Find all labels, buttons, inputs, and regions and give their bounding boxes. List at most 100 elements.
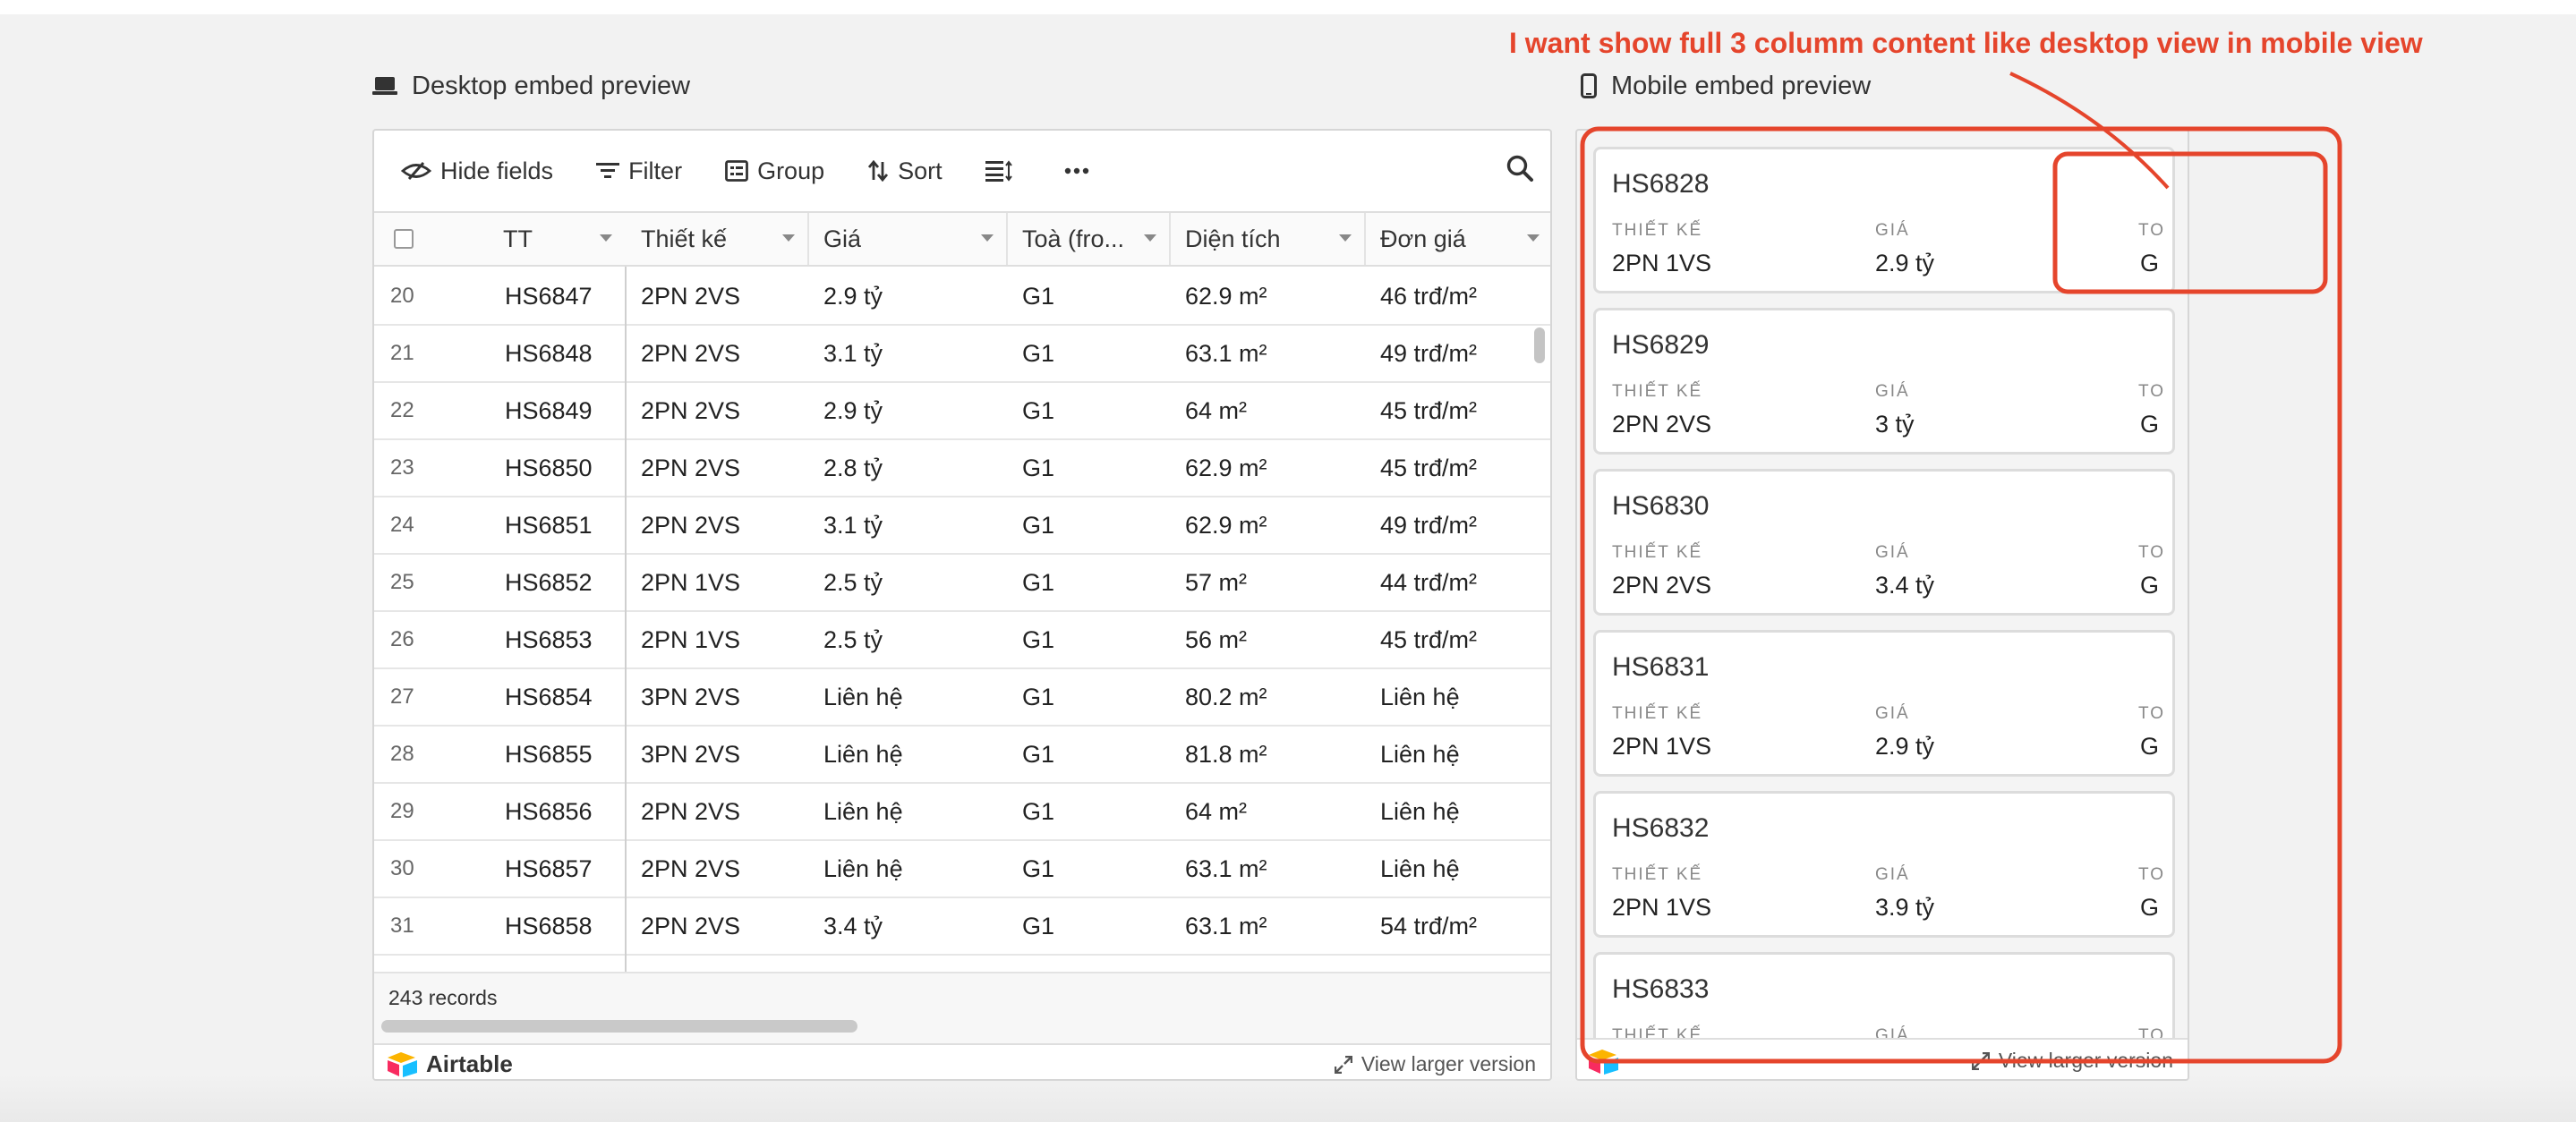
table-row[interactable]: 29 HS6856 2PN 2VS Liên hệ G1 64 m² Liên hệ <box>374 784 1550 841</box>
cell-tt[interactable]: HS6855 <box>505 727 593 782</box>
cell-toa[interactable]: G1 <box>1022 497 1054 553</box>
table-row[interactable]: 30 HS6857 2PN 2VS Liên hệ G1 63.1 m² Liên hệ <box>374 841 1550 898</box>
cell-dien-tich[interactable]: 62.9 m² <box>1185 497 1267 553</box>
cell-gia[interactable]: Liên hệ <box>823 727 903 782</box>
table-row[interactable]: 27 HS6854 3PN 2VS Liên hệ G1 80.2 m² Liên hệ <box>374 669 1550 727</box>
cell-toa[interactable]: G1 <box>1022 612 1054 667</box>
cell-thiet-ke[interactable]: 2PN 2VS <box>641 784 740 839</box>
chevron-down-icon[interactable] <box>1527 234 1540 242</box>
table-row[interactable]: 24 HS6851 2PN 2VS 3.1 tỷ G1 62.9 m² 49 trđ/m² <box>374 497 1550 555</box>
cell-don-gia[interactable]: 46 trđ/m² <box>1380 268 1477 324</box>
cell-tt[interactable]: HS6851 <box>505 497 593 553</box>
table-row[interactable]: 23 HS6850 2PN 2VS 2.8 tỷ G1 62.9 m² 45 trđ/m² <box>374 440 1550 497</box>
header-tt[interactable]: TT <box>503 225 533 253</box>
cell-gia[interactable]: 2.9 tỷ <box>823 268 883 324</box>
chevron-down-icon[interactable] <box>782 234 795 242</box>
cell-tt[interactable]: HS6856 <box>505 784 593 839</box>
table-row[interactable]: 21 HS6848 2PN 2VS 3.1 tỷ G1 63.1 m² 49 trđ/m² <box>374 326 1550 383</box>
cell-dien-tich[interactable]: 63.1 m² <box>1185 326 1267 381</box>
cell-toa[interactable]: G1 <box>1022 784 1054 839</box>
cell-dien-tich[interactable]: 62.9 m² <box>1185 440 1267 496</box>
table-row[interactable]: 22 HS6849 2PN 2VS 2.9 tỷ G1 64 m² 45 trđ/m² <box>374 383 1550 440</box>
cell-dien-tich[interactable]: 62.9 m² <box>1185 268 1267 324</box>
horizontal-scrollbar[interactable] <box>381 1020 857 1033</box>
header-don-gia[interactable]: Đơn giá <box>1366 213 1550 265</box>
cell-thiet-ke[interactable]: 2PN 2VS <box>641 497 740 553</box>
airtable-logo[interactable]: Airtable <box>387 1050 513 1078</box>
row-height-button[interactable] <box>985 160 1021 182</box>
cell-gia[interactable]: 2.8 tỷ <box>823 440 883 496</box>
cell-don-gia[interactable]: Liên hệ <box>1380 784 1460 839</box>
cell-don-gia[interactable]: 54 trđ/m² <box>1380 898 1477 954</box>
cell-dien-tich[interactable]: 56 m² <box>1185 612 1247 667</box>
cell-don-gia[interactable]: 45 trđ/m² <box>1380 612 1477 667</box>
cell-toa[interactable]: G1 <box>1022 326 1054 381</box>
sort-button[interactable]: Sort <box>867 157 943 185</box>
cell-gia[interactable]: 3.1 tỷ <box>823 497 883 553</box>
header-gia[interactable]: Giá <box>809 213 1008 265</box>
table-row[interactable]: 28 HS6855 3PN 2VS Liên hệ G1 81.8 m² Liên hệ <box>374 727 1550 784</box>
cell-tt[interactable]: HS6853 <box>505 612 593 667</box>
filter-button[interactable]: Filter <box>596 157 682 185</box>
cell-dien-tich[interactable]: 80.2 m² <box>1185 669 1267 725</box>
record-card[interactable]: HS6828 THIẾT KẾ GIÁ TO 2PN 1VS 2.9 tỷ G <box>1593 147 2175 293</box>
table-row[interactable]: 25 HS6852 2PN 1VS 2.5 tỷ G1 57 m² 44 trđ/m² <box>374 555 1550 612</box>
header-dien-tich[interactable]: Diện tích <box>1171 213 1366 265</box>
more-button[interactable] <box>1064 167 1098 174</box>
cell-gia[interactable]: 2.9 tỷ <box>823 383 883 438</box>
cell-don-gia[interactable]: 45 trđ/m² <box>1380 383 1477 438</box>
cell-tt[interactable]: HS6848 <box>505 326 593 381</box>
cell-gia[interactable]: 3.4 tỷ <box>823 898 883 954</box>
cell-tt[interactable]: HS6857 <box>505 841 593 897</box>
cell-tt[interactable]: HS6849 <box>505 383 593 438</box>
cell-thiet-ke[interactable]: 2PN 1VS <box>641 555 740 610</box>
cell-tt[interactable]: HS6847 <box>505 268 593 324</box>
cell-thiet-ke[interactable]: 2PN 2VS <box>641 440 740 496</box>
cell-don-gia[interactable]: 49 trđ/m² <box>1380 326 1477 381</box>
cell-toa[interactable]: G1 <box>1022 268 1054 324</box>
chevron-down-icon[interactable] <box>1339 234 1352 242</box>
table-row[interactable]: 31 HS6858 2PN 2VS 3.4 tỷ G1 63.1 m² 54 trđ/m² <box>374 898 1550 956</box>
header-thiet-ke[interactable]: Thiết kế <box>627 213 809 265</box>
chevron-down-icon[interactable] <box>600 234 612 242</box>
cell-toa[interactable]: G1 <box>1022 669 1054 725</box>
cell-toa[interactable]: G1 <box>1022 383 1054 438</box>
cell-dien-tich[interactable]: 64 m² <box>1185 784 1247 839</box>
cell-tt[interactable]: HS6858 <box>505 898 593 954</box>
cell-dien-tich[interactable]: 57 m² <box>1185 555 1247 610</box>
cell-dien-tich[interactable]: 63.1 m² <box>1185 898 1267 954</box>
cell-tt[interactable]: HS6854 <box>505 669 593 725</box>
cell-gia[interactable]: 3.1 tỷ <box>823 326 883 381</box>
cell-toa[interactable]: G1 <box>1022 841 1054 897</box>
mobile-view-larger-link[interactable]: View larger version <box>1971 1049 2173 1073</box>
header-toa[interactable]: Toà (fro... <box>1008 213 1171 265</box>
record-card[interactable]: HS6831 THIẾT KẾ GIÁ TO 2PN 1VS 2.9 tỷ G <box>1593 630 2175 777</box>
cell-gia[interactable]: Liên hệ <box>823 841 903 897</box>
chevron-down-icon[interactable] <box>981 234 994 242</box>
cell-gia[interactable]: Liên hệ <box>823 784 903 839</box>
chevron-down-icon[interactable] <box>1144 234 1156 242</box>
select-all-checkbox[interactable] <box>394 229 414 249</box>
cell-dien-tich[interactable]: 63.1 m² <box>1185 841 1267 897</box>
vertical-scrollbar[interactable] <box>1534 327 1545 363</box>
table-row[interactable]: 20 HS6847 2PN 2VS 2.9 tỷ G1 62.9 m² 46 trđ/m² <box>374 268 1550 326</box>
cell-don-gia[interactable]: 45 trđ/m² <box>1380 440 1477 496</box>
search-button[interactable] <box>1506 154 1534 187</box>
cell-gia[interactable]: 2.5 tỷ <box>823 555 883 610</box>
cell-tt[interactable]: HS6852 <box>505 555 593 610</box>
cell-tt[interactable]: HS6850 <box>505 440 593 496</box>
cell-dien-tich[interactable]: 81.8 m² <box>1185 727 1267 782</box>
cell-dien-tich[interactable]: 64 m² <box>1185 383 1247 438</box>
record-card[interactable]: HS6830 THIẾT KẾ GIÁ TO 2PN 2VS 3.4 tỷ G <box>1593 469 2175 616</box>
record-card[interactable]: HS6832 THIẾT KẾ GIÁ TO 2PN 1VS 3.9 tỷ G <box>1593 791 2175 938</box>
cell-thiet-ke[interactable]: 2PN 1VS <box>641 612 740 667</box>
cell-thiet-ke[interactable]: 2PN 2VS <box>641 383 740 438</box>
cell-thiet-ke[interactable]: 2PN 2VS <box>641 898 740 954</box>
cell-don-gia[interactable]: Liên hệ <box>1380 727 1460 782</box>
cell-gia[interactable]: Liên hệ <box>823 669 903 725</box>
cell-toa[interactable]: G1 <box>1022 555 1054 610</box>
cell-don-gia[interactable]: 49 trđ/m² <box>1380 497 1477 553</box>
cell-toa[interactable]: G1 <box>1022 898 1054 954</box>
cell-thiet-ke[interactable]: 2PN 2VS <box>641 841 740 897</box>
cell-thiet-ke[interactable]: 2PN 2VS <box>641 326 740 381</box>
